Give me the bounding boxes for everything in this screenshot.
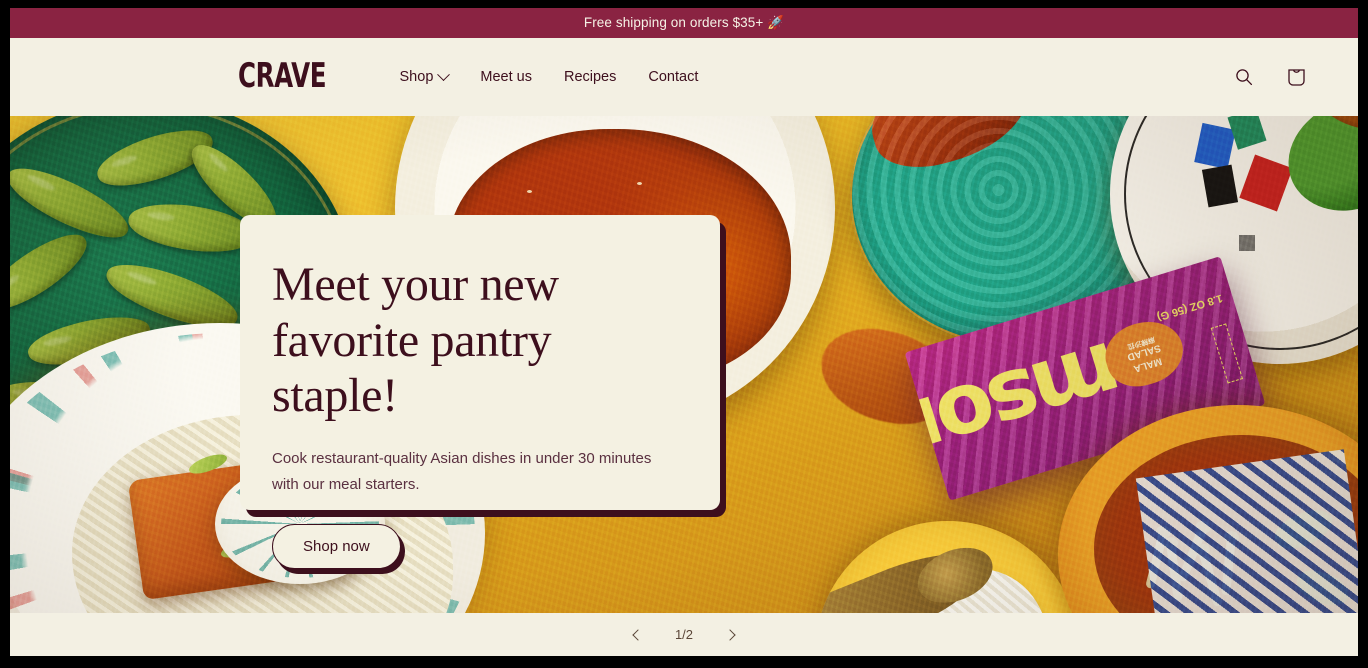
nav-item-meet-us[interactable]: Meet us [464,59,548,95]
hero-cta-wrapper: Shop now [272,523,680,569]
main-navigation: Shop Meet us Recipes Contact [384,59,715,95]
nav-item-recipes-label: Recipes [563,69,617,85]
nav-item-shop-label: Shop [399,69,434,85]
browser-viewport: Free shipping on orders $35+ 🚀 CRAVE Sho… [10,8,1358,656]
previous-slide-button[interactable] [625,622,651,648]
slide-counter: 1/2 [674,627,694,642]
site-header: CRAVE Shop Meet us Recipes Contact [10,38,1358,116]
hero-heading-line-2: favorite pantry staple! [272,313,552,423]
hero-subtitle: Cook restaurant-quality Asian dishes in … [272,450,652,493]
shop-now-button[interactable]: Shop now [272,523,401,569]
chevron-right-icon [724,628,736,641]
search-button[interactable] [1222,55,1266,99]
chevron-left-icon [632,628,644,641]
nav-item-shop[interactable]: Shop [384,59,465,95]
announcement-text: Free shipping on orders $35+ 🚀 [583,15,785,31]
nav-item-meet-us-label: Meet us [480,69,532,85]
search-icon [1236,69,1253,86]
hero-heading: Meet your new favorite pantry staple! [272,257,680,424]
nav-item-contact-label: Contact [648,69,699,85]
announcement-bar: Free shipping on orders $35+ 🚀 [10,8,1358,38]
cart-button[interactable] [1274,55,1318,99]
hero-slideshow: omsom MALA SALAD 麻辣沙拉 1.8 OZ (56 G) [10,116,1358,613]
chevron-down-icon [437,67,451,81]
hero-content-card: Meet your new favorite pantry staple! Co… [240,215,720,569]
next-slide-button[interactable] [717,622,743,648]
shopping-bag-icon [1287,69,1305,86]
nav-item-recipes[interactable]: Recipes [548,59,632,95]
slideshow-controls: 1/2 [10,613,1358,656]
hero-heading-line-1: Meet your new [272,258,559,311]
nav-item-contact[interactable]: Contact [632,59,714,95]
header-actions [1222,55,1318,99]
site-logo[interactable]: CRAVE [238,60,327,94]
